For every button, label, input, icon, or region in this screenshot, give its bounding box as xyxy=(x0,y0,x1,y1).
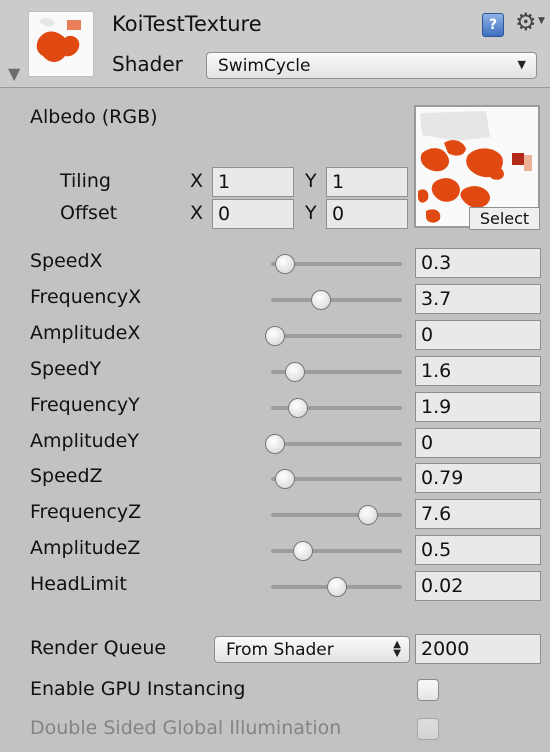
material-name: KoiTestTexture xyxy=(112,12,262,36)
slider-thumb-frequencyz[interactable] xyxy=(358,505,378,525)
select-texture-button[interactable]: Select xyxy=(469,207,540,230)
slider-label-amplitudez: AmplitudeZ xyxy=(30,537,141,559)
slider-value-amplitudex[interactable]: 0 xyxy=(415,320,541,350)
offset-label: Offset xyxy=(60,202,118,224)
material-header: ▼ KoiTestTexture Shader SwimCycle ▼ ? ⚙ … xyxy=(0,0,550,88)
slider-thumb-speedx[interactable] xyxy=(275,254,295,274)
double-sided-gi-label: Double Sided Global Illumination xyxy=(30,717,342,739)
offset-y-label: Y xyxy=(305,202,317,224)
slider-value-amplitudez[interactable]: 0.5 xyxy=(415,535,541,565)
slider-thumb-amplitudey[interactable] xyxy=(265,434,285,454)
offset-y-field[interactable]: 0 xyxy=(326,199,408,229)
slider-label-amplitudex: AmplitudeX xyxy=(30,322,141,344)
tiling-y-field[interactable]: 1 xyxy=(326,167,408,197)
gpu-instancing-checkbox[interactable] xyxy=(417,679,439,701)
gpu-instancing-label: Enable GPU Instancing xyxy=(30,678,246,700)
foldout-triangle-icon[interactable]: ▼ xyxy=(8,64,20,83)
slider-value-speedx[interactable]: 0.3 xyxy=(415,248,541,278)
slider-label-speedz: SpeedZ xyxy=(30,465,103,487)
slider-label-speedy: SpeedY xyxy=(30,358,102,380)
slider-thumb-speedy[interactable] xyxy=(285,362,305,382)
offset-x-label: X xyxy=(190,202,204,224)
render-queue-label: Render Queue xyxy=(30,637,167,659)
chevron-down-icon: ▼ xyxy=(517,58,526,71)
slider-thumb-frequencyx[interactable] xyxy=(311,290,331,310)
tiling-x-field[interactable]: 1 xyxy=(212,167,294,197)
slider-label-frequencyz: FrequencyZ xyxy=(30,501,142,523)
shader-label: Shader xyxy=(112,52,183,76)
slider-track-amplitudez[interactable] xyxy=(271,549,402,553)
material-preview-thumbnail xyxy=(28,11,94,77)
slider-label-frequencyy: FrequencyY xyxy=(30,394,140,416)
slider-label-speedx: SpeedX xyxy=(30,250,103,272)
slider-value-frequencyy[interactable]: 1.9 xyxy=(415,392,541,422)
gear-icon[interactable]: ⚙ xyxy=(515,8,537,36)
render-queue-mode: From Shader xyxy=(226,639,334,660)
tiling-x-label: X xyxy=(190,170,204,192)
tiling-y-label: Y xyxy=(305,170,317,192)
slider-track-frequencyz[interactable] xyxy=(271,513,402,517)
slider-thumb-headlimit[interactable] xyxy=(327,577,347,597)
render-queue-dropdown[interactable]: From Shader ▲ ▼ xyxy=(214,636,410,663)
shader-dropdown-value: SwimCycle xyxy=(218,55,311,76)
slider-value-frequencyx[interactable]: 3.7 xyxy=(415,284,541,314)
render-queue-value-field[interactable]: 2000 xyxy=(415,634,541,664)
slider-label-amplitudey: AmplitudeY xyxy=(30,430,139,452)
slider-track-frequencyx[interactable] xyxy=(271,298,402,302)
slider-value-amplitudey[interactable]: 0 xyxy=(415,428,541,458)
dropdown-caret-icon: ▼ xyxy=(538,16,545,26)
slider-thumb-amplitudez[interactable] xyxy=(293,541,313,561)
double-sided-gi-checkbox xyxy=(417,718,439,740)
up-down-arrows-icon: ▲ ▼ xyxy=(393,639,401,659)
slider-thumb-frequencyy[interactable] xyxy=(288,398,308,418)
slider-value-headlimit[interactable]: 0.02 xyxy=(415,571,541,601)
slider-value-speedz[interactable]: 0.79 xyxy=(415,463,541,493)
slider-track-amplitudey[interactable] xyxy=(271,442,402,446)
albedo-label: Albedo (RGB) xyxy=(30,106,158,128)
slider-value-speedy[interactable]: 1.6 xyxy=(415,356,541,386)
slider-label-frequencyx: FrequencyX xyxy=(30,286,142,308)
help-book-icon[interactable]: ? xyxy=(482,13,504,37)
slider-track-amplitudex[interactable] xyxy=(271,334,402,338)
slider-thumb-speedz[interactable] xyxy=(275,469,295,489)
shader-dropdown[interactable]: SwimCycle ▼ xyxy=(206,52,537,79)
tiling-label: Tiling xyxy=(60,170,111,192)
slider-label-headlimit: HeadLimit xyxy=(30,573,127,595)
slider-thumb-amplitudex[interactable] xyxy=(265,326,285,346)
offset-x-field[interactable]: 0 xyxy=(212,199,294,229)
slider-value-frequencyz[interactable]: 7.6 xyxy=(415,499,541,529)
